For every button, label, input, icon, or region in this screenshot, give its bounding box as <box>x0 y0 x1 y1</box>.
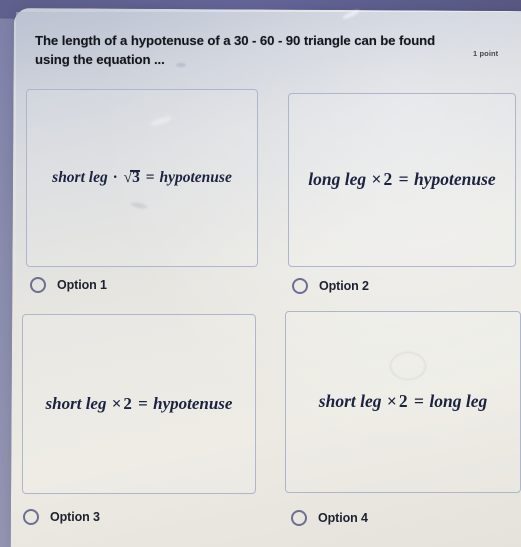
radio-button-option-4[interactable] <box>291 510 307 526</box>
multiplication-sign-icon: × <box>111 393 122 413</box>
multiplication-dot-icon: · <box>112 169 118 187</box>
option-label-4: Option 4 <box>318 511 368 525</box>
equals-sign-2: = <box>398 169 409 190</box>
option-row-3[interactable]: Option 3 <box>23 509 100 525</box>
points-badge: 1 point <box>473 49 499 58</box>
equation-lhs-3: short leg <box>45 393 107 413</box>
option-row-1[interactable]: Option 1 <box>30 277 107 293</box>
equals-sign-4: = <box>414 391 424 412</box>
multiplication-sign-icon: × <box>386 391 397 412</box>
radio-button-option-3[interactable] <box>23 509 39 525</box>
equals-sign-3: = <box>138 393 148 413</box>
equation-option-4: short leg × 2 = long leg <box>319 392 487 411</box>
radio-button-option-1[interactable] <box>30 277 46 293</box>
multiplication-sign-icon: × <box>371 169 382 190</box>
factor-4: 2 <box>398 391 408 412</box>
equation-lhs-4: short leg <box>318 391 382 412</box>
question-header: The length of a hypotenuse of a 30 - 60 … <box>35 32 505 69</box>
equation-lhs-2: long leg <box>308 169 367 190</box>
option-row-2[interactable]: Option 2 <box>292 278 369 294</box>
radicand-1: 3 <box>132 169 140 187</box>
equation-option-1: short leg · √ 3 = hypotenuse <box>52 169 232 186</box>
equation-rhs-2: hypotenuse <box>414 169 496 190</box>
quiz-question-content: The length of a hypotenuse of a 30 - 60 … <box>0 0 521 547</box>
option-label-3: Option 3 <box>50 510 100 524</box>
option-label-1: Option 1 <box>57 278 107 292</box>
question-text: The length of a hypotenuse of a 30 - 60 … <box>35 33 436 67</box>
equation-lhs-1: short leg <box>52 169 108 187</box>
radio-button-option-2[interactable] <box>292 278 308 294</box>
square-root-icon: √ 3 <box>123 169 140 187</box>
equation-option-3: short leg × 2 = hypotenuse <box>45 393 233 414</box>
option-row-4[interactable]: Option 4 <box>291 510 368 526</box>
answer-choice-box-2[interactable]: long leg × 2 = hypotenuse <box>288 93 516 267</box>
answer-choice-box-3[interactable]: short leg × 2 = hypotenuse <box>22 314 256 494</box>
factor-3: 2 <box>123 393 132 413</box>
equation-option-2: long leg × 2 = hypotenuse <box>308 170 495 189</box>
answer-choice-box-4[interactable]: short leg × 2 = long leg <box>285 311 521 493</box>
equation-rhs-1: hypotenuse <box>159 169 232 187</box>
answer-choice-box-1[interactable]: short leg · √ 3 = hypotenuse <box>26 89 258 267</box>
equation-rhs-3: hypotenuse <box>153 393 233 413</box>
factor-2: 2 <box>383 169 393 190</box>
equation-rhs-4: long leg <box>429 391 488 412</box>
equals-sign-1: = <box>145 169 155 187</box>
option-label-2: Option 2 <box>319 279 369 293</box>
